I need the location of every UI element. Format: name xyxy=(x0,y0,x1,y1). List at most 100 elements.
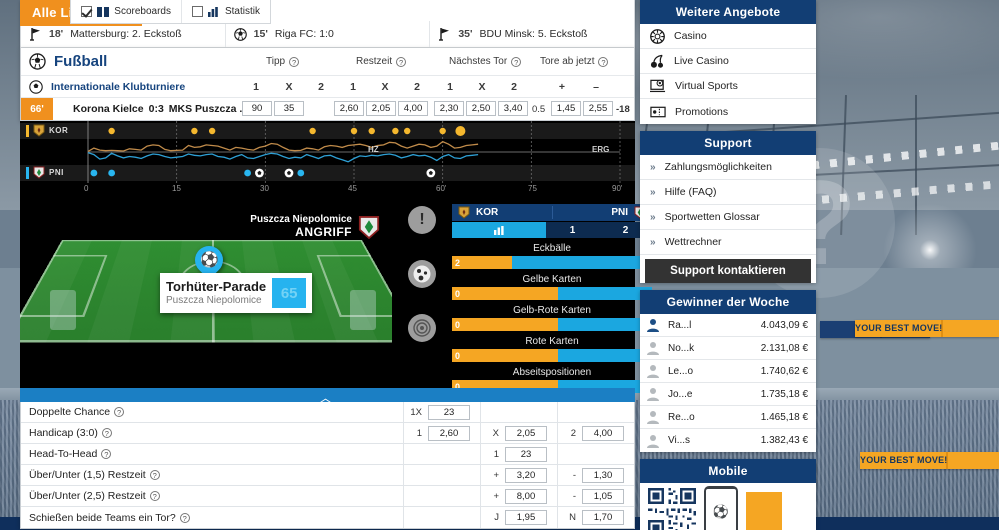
odds-goals-under[interactable]: 2,55 xyxy=(583,101,613,116)
roulette-icon xyxy=(650,28,665,44)
stats-team-header: KOR PNI xyxy=(452,204,652,221)
bet-markets-table: Doppelte Chance? 1X 23 Handicap (3:0)? 1 2,60… xyxy=(20,402,635,529)
bet-odds-cell[interactable]: N 1,70 xyxy=(557,507,634,528)
bet-odds-value[interactable]: 1,95 xyxy=(505,510,547,525)
winner-row: No...k 2.131,08 € xyxy=(640,337,816,360)
help-icon[interactable]: ? xyxy=(149,470,160,480)
sidebar-item-promotions[interactable]: Promotions xyxy=(640,99,816,124)
bet-market-row[interactable]: Doppelte Chance? 1X 23 xyxy=(21,402,634,423)
help-icon[interactable]: ? xyxy=(101,449,112,459)
odds-next-goal-1[interactable]: 2,30 xyxy=(434,101,464,116)
bet-odds-value[interactable]: 1,70 xyxy=(582,510,624,525)
toggle-scoreboards[interactable]: Scoreboards xyxy=(71,0,182,23)
sidebar-item-glossary[interactable]: » Sportwetten Glossar xyxy=(640,205,816,230)
match-row[interactable]: 66' Korona Kielce 0:3 MKS Puszcza ... 90 3… xyxy=(21,98,634,120)
bet-market-row[interactable]: Handicap (3:0)? 1 2,60 X 2,05 2 4,00 xyxy=(21,423,634,444)
help-icon[interactable]: ? xyxy=(114,407,125,417)
statistik-checkbox[interactable] xyxy=(191,6,203,17)
market-header-naechstes-tor[interactable]: Nächstes Tor ? xyxy=(449,56,522,67)
sidebar-item-faq[interactable]: » Hilfe (FAQ) xyxy=(640,180,816,205)
goals-line: 0.5 xyxy=(532,104,546,115)
odds-tipp-1[interactable]: 90 xyxy=(242,101,272,116)
home-event-dot xyxy=(309,127,316,135)
winner-row: Re...o 1.465,18 € xyxy=(640,406,816,429)
sidebar-item-bet-calculator[interactable]: » Wettrechner xyxy=(640,230,816,255)
help-icon[interactable]: ? xyxy=(511,56,522,67)
bet-market-name: Schießen beide Teams ein Tor?? xyxy=(21,512,190,524)
chevron-right-icon: » xyxy=(650,211,656,223)
odds-goals-over[interactable]: 1,45 xyxy=(551,101,581,116)
help-icon[interactable]: ? xyxy=(101,428,112,438)
market-header-restzeit[interactable]: Restzeit ? xyxy=(356,56,407,67)
help-icon[interactable]: ? xyxy=(396,56,407,67)
ad-board-top: YOUR BEST MOVE! xyxy=(855,320,999,337)
odds-restzeit-x[interactable]: 2,05 xyxy=(366,101,396,116)
stats-list: KOR PNI 1 2 Eckbälle 2 Gelbe Karten 0 Ge… xyxy=(452,204,652,393)
help-icon[interactable]: ? xyxy=(289,56,300,67)
sidebar-item-casino[interactable]: Casino xyxy=(640,24,816,49)
bet-odds-cell[interactable]: 1X 23 xyxy=(403,402,480,423)
odds-next-goal-2[interactable]: 3,40 xyxy=(498,101,528,116)
bet-odds-cell[interactable]: 1 2,60 xyxy=(403,423,480,444)
target-icon[interactable] xyxy=(408,314,436,342)
sidebar-item-payments[interactable]: » Zahlungsmöglichkeiten xyxy=(640,155,816,180)
formation-icon[interactable] xyxy=(408,260,436,288)
help-icon[interactable]: ? xyxy=(149,491,160,501)
odds-restzeit-2[interactable]: 4,00 xyxy=(398,101,428,116)
bet-odds-value[interactable]: 1,05 xyxy=(582,489,624,504)
help-icon[interactable]: ? xyxy=(179,512,190,523)
odds-tipp-x[interactable]: 35 xyxy=(274,101,304,116)
market-header-tore-ab-jetzt[interactable]: Tore ab jetzt ? xyxy=(540,56,609,67)
bet-odds-value[interactable]: 23 xyxy=(428,405,470,420)
stat-away-value: 3 xyxy=(558,349,652,362)
info-icon[interactable]: ! xyxy=(408,206,436,234)
bet-odds-cell[interactable]: X 2,05 xyxy=(480,423,557,444)
bet-odds-cell[interactable]: +3,20 xyxy=(480,465,557,486)
avatar xyxy=(647,434,659,448)
bet-market-row[interactable]: Über/Unter (1,5) Restzeit? +3,20-1,30 xyxy=(21,465,634,486)
stat-bar: 03 xyxy=(452,349,652,362)
bet-odds-cell[interactable]: -1,30 xyxy=(557,465,634,486)
bet-odds-value[interactable]: 2,60 xyxy=(428,426,470,441)
toggle-statistik[interactable]: Statistik xyxy=(182,0,270,23)
bet-market-row[interactable]: Schießen beide Teams ein Tor?? J 1,95 N 1,70 xyxy=(21,507,634,528)
bet-odds-value[interactable]: 1,30 xyxy=(582,468,624,483)
sidebar-item-virtual-sports[interactable]: Virtual Sports xyxy=(640,74,816,99)
bet-odds-value[interactable]: 23 xyxy=(505,447,547,462)
bet-odds-value[interactable]: 2,05 xyxy=(505,426,547,441)
bet-market-row[interactable]: Head-To-Head? 1 23 xyxy=(21,444,634,465)
winner-amount: 1.735,18 € xyxy=(760,388,808,400)
live-event-item[interactable]: 15' Riga FC: 1:0 xyxy=(226,21,431,47)
match-score: 0:3 xyxy=(148,103,164,115)
help-icon[interactable]: ? xyxy=(598,56,609,67)
contact-support-button[interactable]: Support kontaktieren xyxy=(645,259,811,283)
bet-odds-cell xyxy=(403,444,480,465)
bet-odds-cell[interactable]: +8,00 xyxy=(480,486,557,507)
live-event-item[interactable]: 35' BDU Minsk: 5. Eckstoß xyxy=(430,21,634,47)
bet-odds-value[interactable]: 4,00 xyxy=(582,426,624,441)
market-header-tipp[interactable]: Tipp ? xyxy=(266,56,300,67)
sidebar-item-live-casino[interactable]: Live Casino xyxy=(640,49,816,74)
stats-icon-column: ! xyxy=(408,206,436,342)
goal-right xyxy=(350,290,376,330)
bet-odds-value[interactable]: 3,20 xyxy=(505,468,547,483)
league-row[interactable]: Internationale Klubturniere 1 X 2 1 X 2 … xyxy=(21,76,634,98)
bet-odds-cell[interactable]: -1,05 xyxy=(557,486,634,507)
avatar xyxy=(647,319,659,332)
collapse-tracker-bar[interactable]: ︿ xyxy=(20,388,635,405)
odds-next-goal-x[interactable]: 2,50 xyxy=(466,101,496,116)
odds-restzeit-1[interactable]: 2,60 xyxy=(334,101,364,116)
football-icon xyxy=(29,53,46,70)
bet-odds-cell[interactable]: J 1,95 xyxy=(480,507,557,528)
bet-odds-value[interactable]: 8,00 xyxy=(505,489,547,504)
away-event-dot xyxy=(108,169,116,177)
attack-team-crest xyxy=(358,215,380,239)
x-tick: 30 xyxy=(260,184,269,193)
bet-market-row[interactable]: Über/Unter (2,5) Restzeit? +8,00-1,05 xyxy=(21,486,634,507)
bet-odds-cell[interactable]: 1 23 xyxy=(480,444,557,465)
mobile-content: ⚽ xyxy=(640,483,816,530)
home-team-crest xyxy=(458,206,470,219)
scoreboards-checkbox[interactable] xyxy=(81,6,93,17)
bet-odds-cell[interactable]: 2 4,00 xyxy=(557,423,634,444)
col-key: 1 xyxy=(253,80,259,93)
